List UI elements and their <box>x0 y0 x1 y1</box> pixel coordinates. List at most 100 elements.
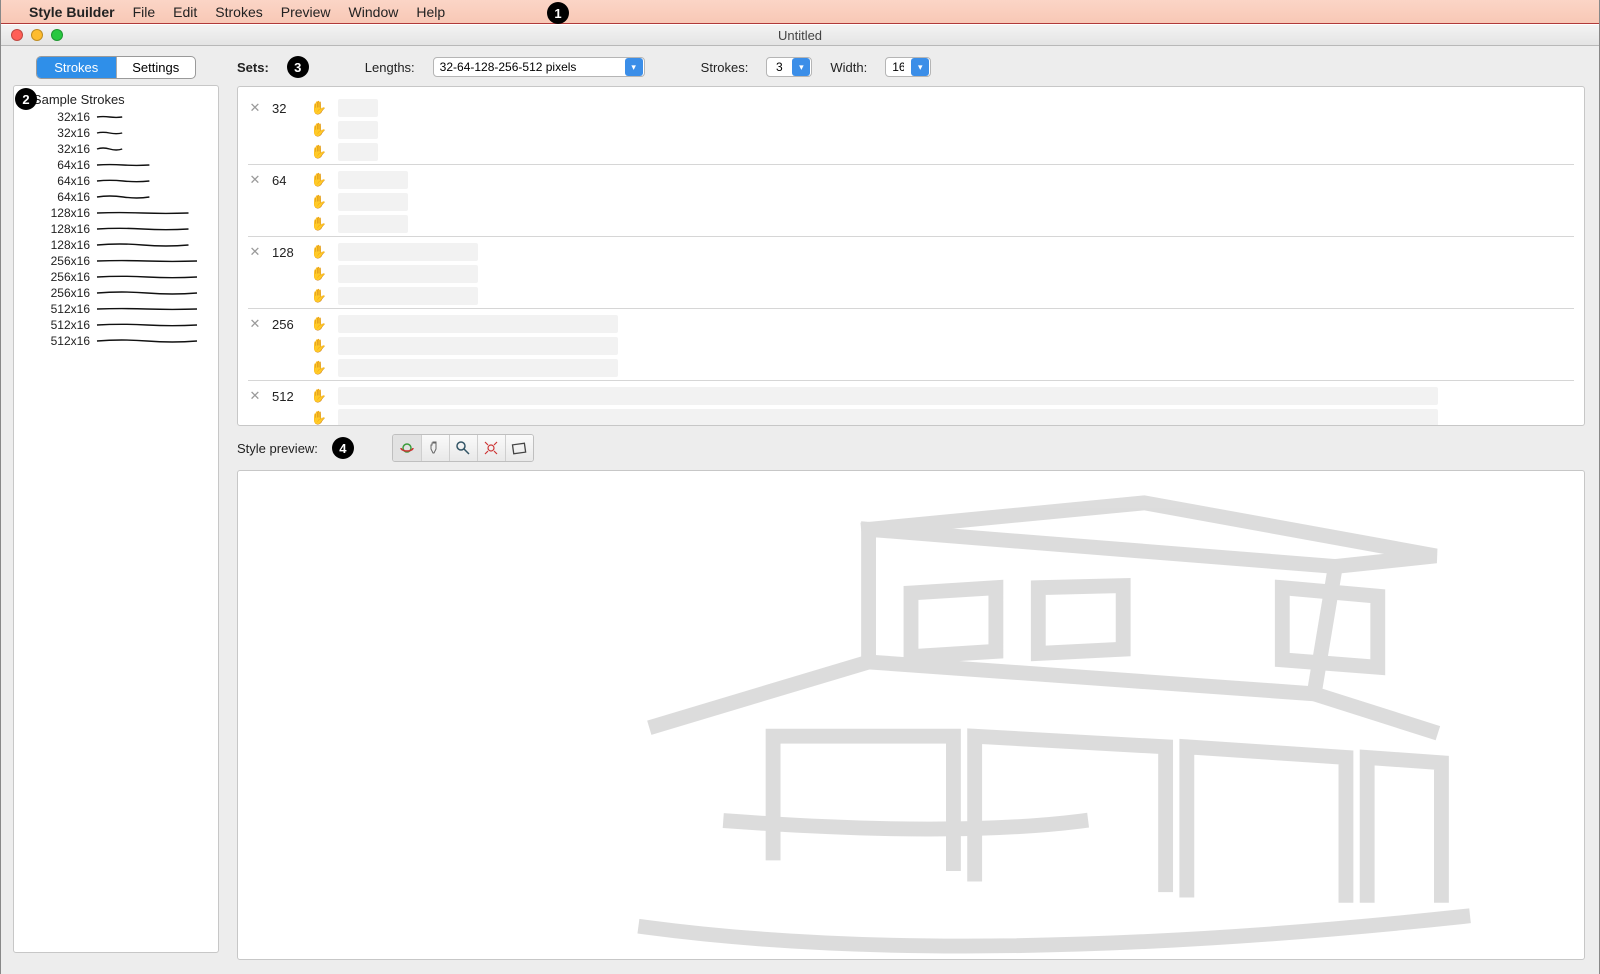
stroke-slot[interactable] <box>338 315 618 333</box>
pan-tool-button[interactable] <box>421 435 449 461</box>
drag-handle-icon[interactable]: ✋ <box>310 338 328 354</box>
stroke-slot[interactable] <box>338 265 478 283</box>
drag-handle-icon[interactable]: ✋ <box>310 194 328 210</box>
menu-file[interactable]: File <box>133 4 156 20</box>
stroke-slot[interactable] <box>338 359 618 377</box>
drag-handle-icon[interactable]: ✋ <box>310 100 328 116</box>
stroke-preview <box>96 144 126 154</box>
stroke-slot-row[interactable]: ✕64✋ <box>248 169 1574 191</box>
delete-set-button[interactable]: ✕ <box>248 172 262 188</box>
menu-preview[interactable]: Preview <box>281 4 331 20</box>
chevron-down-icon: ▾ <box>625 58 643 76</box>
width-label: Width: <box>830 60 867 75</box>
menu-strokes[interactable]: Strokes <box>215 4 262 20</box>
stroke-sample-row[interactable]: 256x16 <box>20 285 212 301</box>
lengths-select[interactable]: ▾ <box>433 57 645 77</box>
drag-handle-icon[interactable]: ✋ <box>310 122 328 138</box>
stroke-sample-row[interactable]: 512x16 <box>20 301 212 317</box>
zoom-extents-button[interactable] <box>477 435 505 461</box>
stroke-size-label: 32x16 <box>38 126 90 140</box>
stroke-preview <box>96 240 190 250</box>
tab-settings[interactable]: Settings <box>116 57 196 78</box>
zoom-window-button[interactable] <box>505 435 533 461</box>
stroke-slot-row[interactable]: ✕✋ <box>248 141 1574 163</box>
stroke-slot[interactable] <box>338 99 378 117</box>
stroke-sample-row[interactable]: 64x16 <box>20 189 212 205</box>
stroke-tree: Sample Strokes 32x1632x1632x1664x1664x16… <box>13 85 219 953</box>
stroke-slot[interactable] <box>338 193 408 211</box>
stroke-sample-row[interactable]: 32x16 <box>20 109 212 125</box>
stroke-sample-row[interactable]: 256x16 <box>20 253 212 269</box>
drag-handle-icon[interactable]: ✋ <box>310 316 328 332</box>
stroke-slot-row[interactable]: ✕✋ <box>248 285 1574 307</box>
delete-set-button[interactable]: ✕ <box>248 100 262 116</box>
menu-window[interactable]: Window <box>349 4 399 20</box>
stroke-slot[interactable] <box>338 243 478 261</box>
drag-handle-icon[interactable]: ✋ <box>310 172 328 188</box>
drag-handle-icon[interactable]: ✋ <box>310 266 328 282</box>
stroke-slot[interactable] <box>338 143 378 161</box>
drag-handle-icon[interactable]: ✋ <box>310 216 328 232</box>
preview-tool-group <box>392 434 534 462</box>
stroke-slot[interactable] <box>338 171 408 189</box>
stroke-sample-row[interactable]: 512x16 <box>20 333 212 349</box>
system-menubar: Style Builder File Edit Strokes Preview … <box>1 0 1599 24</box>
stroke-slot[interactable] <box>338 121 378 139</box>
stroke-set-group: ✕64✋✕✋✕✋ <box>248 165 1574 237</box>
drag-handle-icon[interactable]: ✋ <box>310 360 328 376</box>
stroke-slot[interactable] <box>338 409 1438 426</box>
stroke-sample-row[interactable]: 512x16 <box>20 317 212 333</box>
window-zoom-button[interactable] <box>51 29 63 41</box>
stroke-slot-row[interactable]: ✕✋ <box>248 213 1574 235</box>
stroke-slot-row[interactable]: ✕✋ <box>248 263 1574 285</box>
stroke-slot-row[interactable]: ✕✋ <box>248 191 1574 213</box>
window-close-button[interactable] <box>11 29 23 41</box>
stroke-slot[interactable] <box>338 215 408 233</box>
orbit-tool-button[interactable] <box>393 435 421 461</box>
app-name[interactable]: Style Builder <box>29 4 115 20</box>
stroke-slot[interactable] <box>338 287 478 305</box>
delete-set-button[interactable]: ✕ <box>248 388 262 404</box>
stroke-slot-row[interactable]: ✕ 128 ✋ <box>248 241 1574 263</box>
stroke-size-label: 64x16 <box>38 190 90 204</box>
stroke-slot-row[interactable]: ✕✋ <box>248 335 1574 357</box>
stroke-sample-row[interactable]: 64x16 <box>20 173 212 189</box>
zoom-tool-button[interactable] <box>449 435 477 461</box>
set-length-label: 128 <box>272 245 300 260</box>
menu-edit[interactable]: Edit <box>173 4 197 20</box>
stroke-preview <box>96 112 126 122</box>
drag-handle-icon[interactable]: ✋ <box>310 144 328 160</box>
stroke-slot-row[interactable]: ✕✋ <box>248 119 1574 141</box>
stroke-sample-row[interactable]: 128x16 <box>20 205 212 221</box>
drag-handle-icon[interactable]: ✋ <box>310 244 328 260</box>
delete-set-button[interactable]: ✕ <box>248 244 262 260</box>
width-select[interactable]: ▾ <box>885 57 931 77</box>
stroke-sample-row[interactable]: 128x16 <box>20 237 212 253</box>
stroke-set-group: ✕32✋✕✋✕✋ <box>248 93 1574 165</box>
stroke-slot-row[interactable]: ✕512✋ <box>248 385 1574 407</box>
tab-strokes[interactable]: Strokes <box>37 57 116 78</box>
drag-handle-icon[interactable]: ✋ <box>310 388 328 404</box>
tree-header[interactable]: Sample Strokes <box>20 90 212 109</box>
stroke-sample-row[interactable]: 256x16 <box>20 269 212 285</box>
stroke-slot-row[interactable]: ✕✋ <box>248 407 1574 426</box>
stroke-size-label: 64x16 <box>38 174 90 188</box>
stroke-slot[interactable] <box>338 337 618 355</box>
chevron-down-icon: ▾ <box>911 58 929 76</box>
stroke-preview <box>96 176 150 186</box>
delete-set-button[interactable]: ✕ <box>248 316 262 332</box>
drag-handle-icon[interactable]: ✋ <box>310 410 328 426</box>
stroke-slot-row[interactable]: ✕✋ <box>248 357 1574 379</box>
strokes-count-select[interactable]: ▾ <box>766 57 812 77</box>
style-preview-canvas[interactable] <box>237 470 1585 960</box>
menu-help[interactable]: Help <box>416 4 445 20</box>
stroke-slot-row[interactable]: ✕256✋ <box>248 313 1574 335</box>
drag-handle-icon[interactable]: ✋ <box>310 288 328 304</box>
stroke-sample-row[interactable]: 64x16 <box>20 157 212 173</box>
stroke-slot[interactable] <box>338 387 1438 405</box>
stroke-sample-row[interactable]: 32x16 <box>20 125 212 141</box>
stroke-sample-row[interactable]: 32x16 <box>20 141 212 157</box>
stroke-slot-row[interactable]: ✕32✋ <box>248 97 1574 119</box>
stroke-sample-row[interactable]: 128x16 <box>20 221 212 237</box>
window-minimize-button[interactable] <box>31 29 43 41</box>
